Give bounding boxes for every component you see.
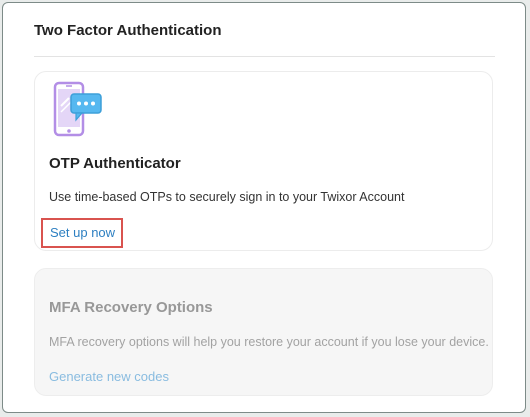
- panel-title: Two Factor Authentication: [34, 22, 222, 39]
- otp-description: Use time-based OTPs to securely sign in …: [49, 190, 405, 204]
- mfa-recovery-card: MFA Recovery Options MFA recovery option…: [34, 268, 493, 396]
- two-factor-panel: Two Factor Authentication OTP Authentica…: [2, 2, 526, 413]
- otp-authenticator-card: OTP Authenticator Use time-based OTPs to…: [34, 71, 493, 251]
- otp-title: OTP Authenticator: [49, 155, 181, 172]
- mfa-title: MFA Recovery Options: [49, 299, 213, 316]
- generate-new-codes-link[interactable]: Generate new codes: [49, 369, 169, 384]
- mfa-description: MFA recovery options will help you resto…: [49, 335, 489, 349]
- divider: [34, 56, 495, 57]
- phone-chat-icon: [53, 81, 102, 137]
- set-up-now-link[interactable]: Set up now: [41, 218, 124, 248]
